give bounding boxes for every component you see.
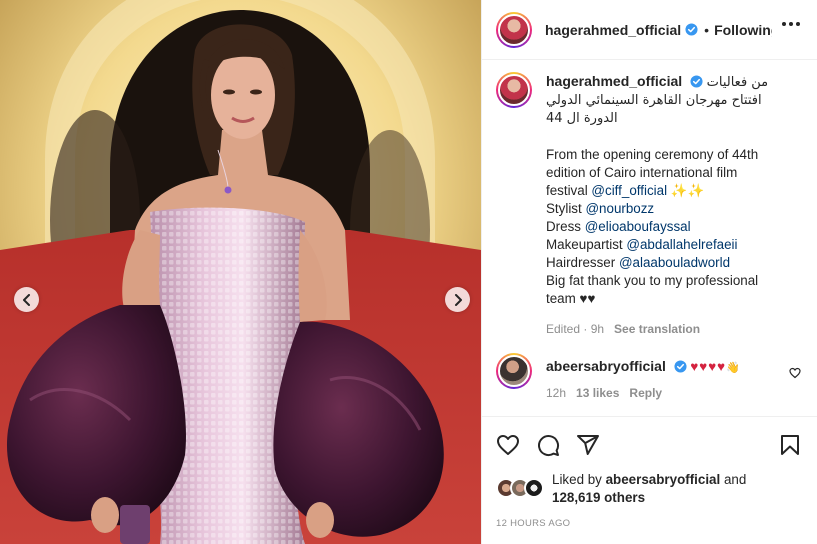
caption-thanks-line: Big fat thank you to my professional [546, 273, 759, 288]
see-translation-link[interactable]: See translation [614, 320, 700, 338]
comment-text: ♥♥♥♥ [690, 359, 727, 374]
comment-body: abeersabryofficial ♥♥♥♥👋 12h 13 likes Re… [546, 357, 776, 402]
caption-meta: Edited · 9h See translation [546, 320, 776, 338]
credit-label: Stylist [546, 201, 582, 216]
mention-link[interactable]: @abdallahelrefaeii [626, 237, 737, 252]
comment-age: 12h [546, 386, 567, 400]
carousel-previous-button[interactable] [14, 287, 39, 312]
liker-avatar[interactable] [524, 478, 544, 498]
caption-english-line: edition of Cairo international film [546, 165, 738, 180]
post-actions: Liked by abeersabryofficial and 128,619 … [482, 416, 817, 544]
chevron-right-icon [454, 293, 462, 306]
comment-likes-link[interactable]: 13 likes [576, 384, 619, 402]
verified-badge-icon [685, 23, 698, 36]
comment-item: abeersabryofficial ♥♥♥♥👋 12h 13 likes Re… [496, 353, 802, 402]
verified-badge-icon [690, 75, 703, 88]
credit-label: Dress [546, 219, 581, 234]
caption-english-line: From the opening ceremony of 44th [546, 147, 759, 162]
caption-thanks-line: team ♥♥ [546, 291, 596, 306]
verified-badge-icon [674, 360, 687, 373]
following-button[interactable]: Following [714, 22, 772, 38]
carousel-next-button[interactable] [445, 287, 470, 312]
more-options-icon[interactable] [782, 22, 800, 26]
caption-arabic-line: الدورة ال 44 [546, 111, 618, 126]
liked-by-others-link[interactable]: 128,619 others [552, 490, 645, 505]
caption-english-line: festival [546, 183, 588, 198]
mention-link[interactable]: @elioaboufayssal [585, 219, 691, 234]
post-caption: hagerahmed_official من فعاليات افتتاح مه… [496, 72, 814, 338]
mention-link[interactable]: @ciff_official [591, 183, 667, 198]
edited-timestamp: Edited · 9h [546, 322, 605, 336]
caption-arabic-line: افتتاح مهرجان القاهرة السينمائي الدولي [546, 93, 762, 108]
liked-by-and: and [723, 472, 747, 487]
header-separator: • [704, 21, 710, 38]
author-avatar[interactable] [496, 11, 532, 48]
photo-illustration [0, 0, 481, 544]
mention-link[interactable]: @alaabouladworld [619, 255, 730, 270]
chevron-left-icon [22, 293, 30, 306]
comment-bubble-icon[interactable] [536, 433, 560, 457]
comment-like-heart-icon[interactable] [789, 367, 801, 379]
post-photo[interactable] [0, 0, 481, 544]
comment-meta: 12h 13 likes Reply [546, 384, 776, 402]
post-side-panel: hagerahmed_official • Following hagerahm… [481, 0, 817, 544]
sparkles-emoji: ✨✨ [670, 183, 705, 198]
liked-by-prefix: Liked by [552, 472, 602, 487]
like-heart-icon[interactable] [496, 433, 520, 457]
post-header: hagerahmed_official • Following [482, 0, 817, 60]
commenter-username[interactable]: abeersabryofficial [546, 358, 666, 374]
caption-body: hagerahmed_official من فعاليات افتتاح مه… [546, 72, 776, 338]
liked-by-user-link[interactable]: abeersabryofficial [606, 472, 721, 487]
save-bookmark-icon[interactable] [778, 433, 802, 457]
caption-author-avatar[interactable] [496, 72, 532, 108]
share-send-icon[interactable] [576, 433, 600, 457]
liker-avatars [496, 478, 548, 500]
commenter-avatar[interactable] [496, 353, 532, 389]
author-username[interactable]: hagerahmed_official [545, 22, 681, 38]
liked-by-text: Liked by abeersabryofficial and 128,619 … [552, 471, 792, 507]
caption-arabic-line: من فعاليات [706, 75, 769, 90]
caption-username[interactable]: hagerahmed_official [546, 73, 682, 89]
post-timestamp[interactable]: 12 HOURS AGO [496, 518, 570, 529]
wave-emoji: 👋 [726, 362, 740, 374]
credit-label: Hairdresser [546, 255, 616, 270]
mention-link[interactable]: @nourbozz [585, 201, 654, 216]
credit-label: Makeupartist [546, 237, 623, 252]
liked-by-summary: Liked by abeersabryofficial and 128,619 … [496, 471, 792, 507]
instagram-post: hagerahmed_official • Following hagerahm… [0, 0, 817, 544]
reply-button[interactable]: Reply [629, 384, 662, 402]
